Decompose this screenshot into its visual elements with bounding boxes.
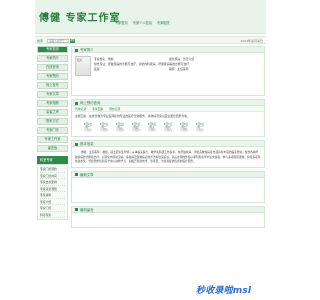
panel-title: 基本信息 <box>80 142 94 147</box>
profile-field: 医院： <box>94 67 103 71</box>
sidebar-button[interactable]: 专家简介 <box>37 55 68 62</box>
profile-panel: 专家简介 照片 专家姓名：傅健 擅长疾病：暂无介绍 擅长专业：肝脏疾病的诊断与治疗… <box>71 46 265 96</box>
calendar-day[interactable]: 5月3日 周二 可预约 <box>98 123 110 133</box>
calendar-day[interactable]: 5月5日 周四 可预约 <box>130 123 142 133</box>
messages-panel: 最新留言 <box>71 205 265 228</box>
intro-text: 傅健，主任医师，教授，硕士研究生导师。从事临床医疗、教学和科研工作多年，在肝脏疾… <box>75 150 261 164</box>
sidebar-button[interactable]: 专家工作室 <box>37 136 68 143</box>
bullet-icon <box>75 48 78 52</box>
sidebar-button-home[interactable]: 专家首页 <box>37 46 68 53</box>
sidebar-button[interactable]: 联系方式 <box>37 118 68 125</box>
sidebar-button[interactable]: 患者之声 <box>37 109 68 116</box>
tab[interactable]: 预约记录 <box>109 107 120 111</box>
bullet-icon <box>75 173 78 177</box>
sidebar-button[interactable]: 在线咨询 <box>37 64 68 71</box>
sidebar-list: 专家门诊预约 专家门诊时间 专家出诊安排 专家就诊须知 专家资料 专家介绍 专家… <box>37 164 68 220</box>
calendar-day[interactable]: 5月2日 周一 可预约 <box>82 123 94 133</box>
panel-body <box>72 178 264 202</box>
watermark-logo: 秒收录啦msl <box>196 286 252 296</box>
content-area: 专家首页 专家简介 在线咨询 专家预约 网上挂号 专家文章 专家相册 患者之声 … <box>35 0 266 300</box>
calendar-day[interactable]: 5月7日 周六 可预约 <box>162 123 174 133</box>
intro-panel: 基本信息 傅健，主任医师，教授，硕士研究生导师。从事临床医疗、教学和科研工作多年… <box>71 140 265 168</box>
main-content: 专家简介 照片 专家姓名：傅健 擅长疾病：暂无介绍 擅长专业：肝脏疾病的诊断与治疗… <box>71 46 265 231</box>
consult-answer: 患者回复：在线咨询为专业医师提供专业的医疗咨询服务，具体情况请以医生面诊结果为准… <box>75 114 190 118</box>
articles-panel: 最新文章 <box>71 170 265 203</box>
profile-field: 职称：主任医师 <box>169 67 189 71</box>
sidebar-section-title: 科室专家 <box>37 156 68 164</box>
tab[interactable]: 专家回复 <box>92 107 103 111</box>
bullet-icon <box>75 101 78 105</box>
sidebar-list-item[interactable]: 科室专家 <box>40 212 65 218</box>
calendar-day[interactable]: 5月4日 周三 可预约 <box>114 123 126 133</box>
panel-body <box>72 213 264 227</box>
sidebar-button[interactable]: 专家相册 <box>37 100 68 107</box>
panel-title: 最新留言 <box>80 207 94 212</box>
consult-panel: 网上预约咨询 咨询记录 专家回复 预约记录 患者回复：在线咨询为专业医师提供专业… <box>71 99 265 138</box>
profile-field: 擅长疾病：暂无介绍 <box>169 57 195 61</box>
panel-title: 网上预约咨询 <box>80 101 101 105</box>
expert-photo: 照片 <box>75 56 91 76</box>
tab[interactable]: 咨询记录 <box>75 107 86 111</box>
profile-field: 擅长专业：肝脏疾病的诊断与治疗，消化内科疾病、肝胆疾病等的诊断与治疗 <box>94 62 190 66</box>
profile-info: 专家姓名：傅健 擅长疾病：暂无介绍 擅长专业：肝脏疾病的诊断与治疗，消化内科疾病、… <box>94 57 259 72</box>
calendar-day[interactable]: 5月8日 周日 可预约 <box>178 123 190 133</box>
calendar-day[interactable]: 5月9日 周一 可预约 <box>194 123 206 133</box>
panel-title: 最新文章 <box>80 172 94 177</box>
sidebar-button[interactable]: 留言板 <box>37 145 68 152</box>
sidebar: 专家首页 专家简介 在线咨询 专家预约 网上挂号 专家文章 专家相册 患者之声 … <box>37 46 69 220</box>
sidebar-button[interactable]: 专家文章 <box>37 91 68 98</box>
sidebar-button[interactable]: 专家门诊 <box>37 127 68 134</box>
calendar-day[interactable]: 5月6日 周五 可预约 <box>146 123 158 133</box>
sidebar-button[interactable]: 网上挂号 <box>37 82 68 89</box>
appointment-calendar: 5月2日 周一 可预约 5月3日 周二 可预约 5月4日 周三 可预约 5月5日 周四 可预约 … <box>72 121 264 137</box>
bullet-icon <box>75 142 78 146</box>
sidebar-button[interactable]: 专家预约 <box>37 73 68 80</box>
bullet-icon <box>75 208 78 212</box>
panel-title: 专家简介 <box>80 48 94 52</box>
